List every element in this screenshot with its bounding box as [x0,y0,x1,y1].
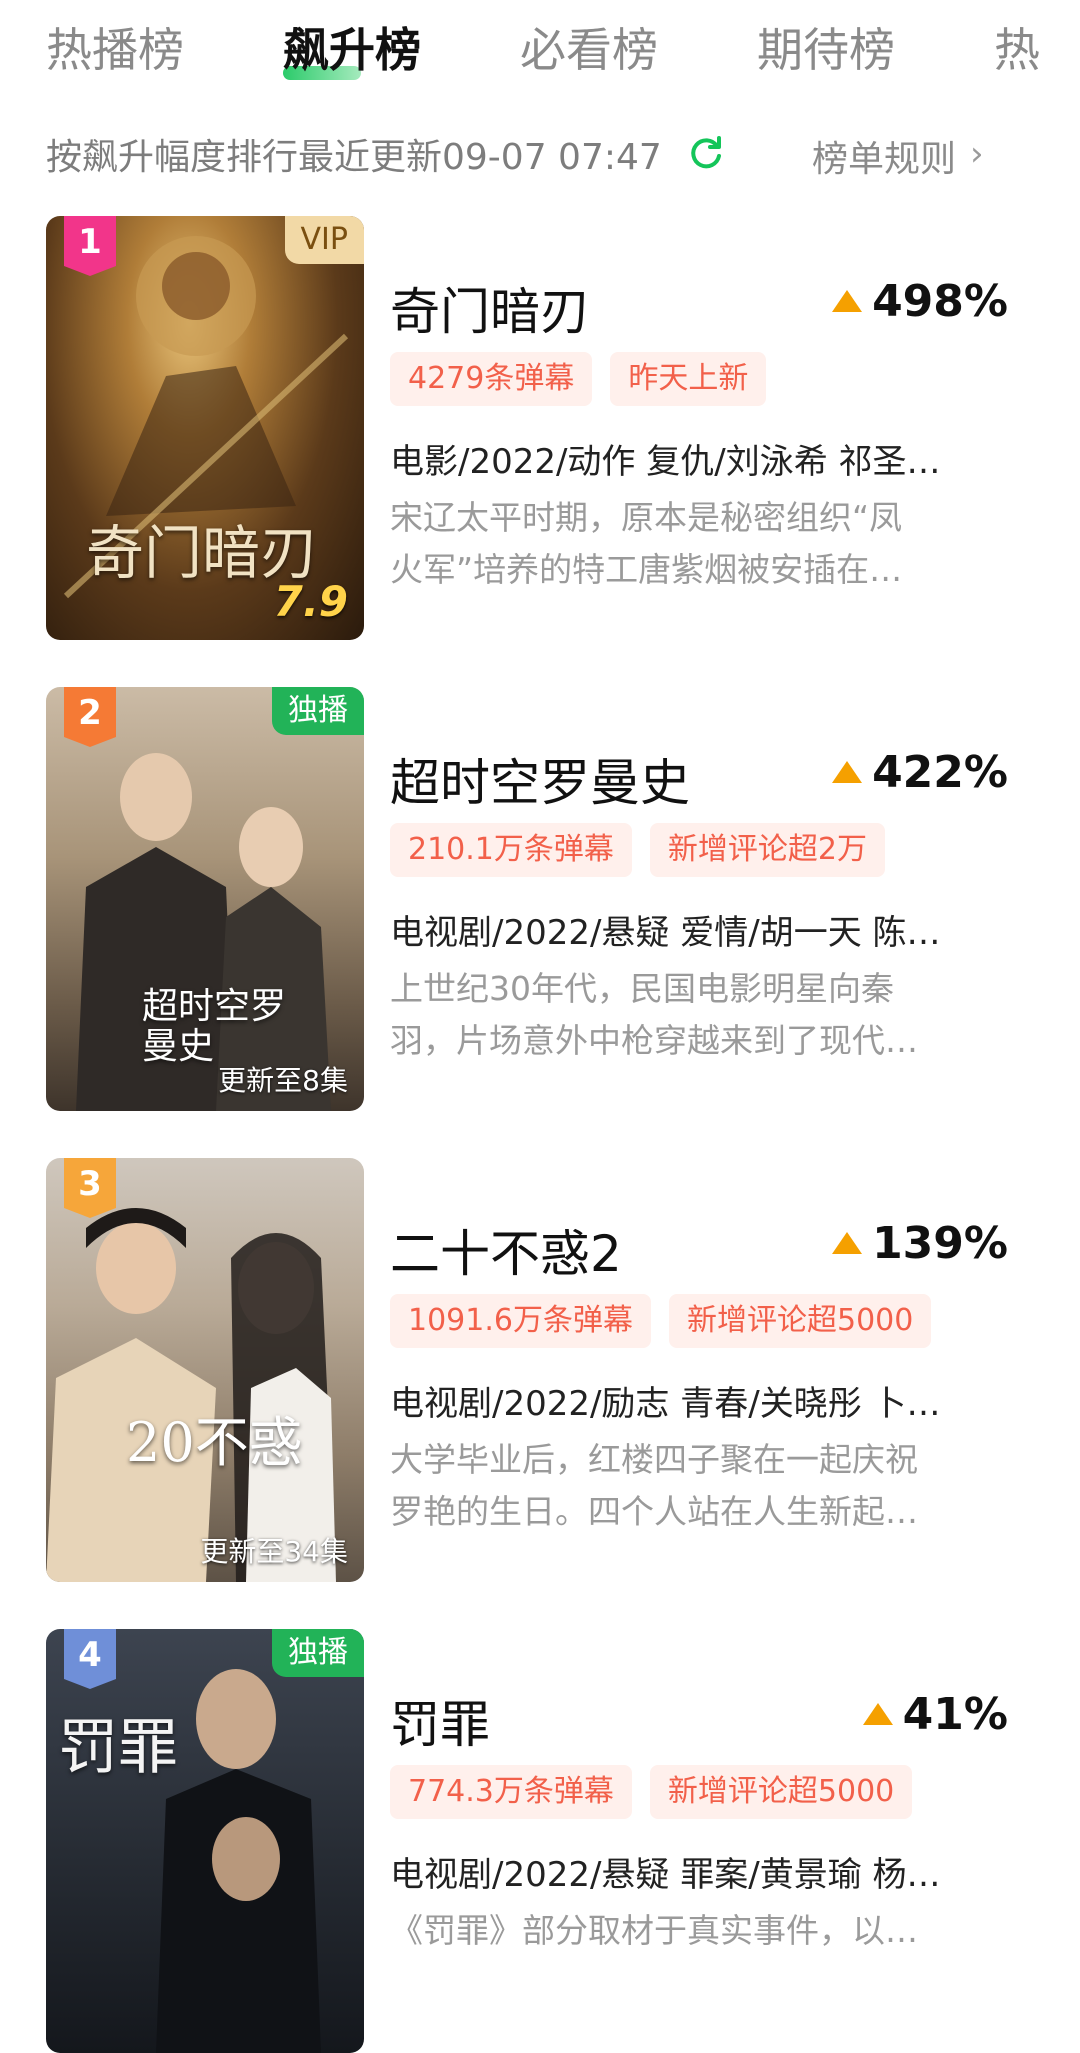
list-item[interactable]: 2 独播 超时空罗曼史 更新至8集 超时空罗曼史 422% 210.1万条弹幕 … [0,687,1080,1117]
danmaku-tag: 210.1万条弹幕 [390,823,632,877]
item-meta: 电影/2022/动作 复仇/刘泳希 祁圣… [390,442,941,482]
item-description: 《罚罪》部分取材于真实事件，以… [390,1905,1000,1957]
episode-update-label: 更新至8集 [218,1064,348,1097]
tab-rising[interactable]: 飙升榜 [283,14,421,80]
list-item[interactable]: 3 20不惑 更新至34集 二十不惑2 139% 1091.6万条弹幕 新增评论… [0,1158,1080,1588]
refresh-icon[interactable] [686,132,726,172]
rise-percent: 422% [832,746,1008,798]
rank-number: 4 [78,1635,102,1675]
tag-row: 210.1万条弹幕 新增评论超2万 [390,823,903,879]
tab-must-watch[interactable]: 必看榜 [520,14,658,80]
tab-hot-more[interactable]: 热 [994,14,1040,80]
item-description: 大学毕业后，红楼四子聚在一起庆祝 罗艳的生日。四个人站在人生新起… [390,1434,1000,1538]
rise-value: 498% [872,275,1008,327]
item-description: 上世纪30年代，民国电影明星向秦 羽，片场意外中枪穿越来到了现代… [390,963,1000,1067]
poster-score: 7.9 [273,577,348,626]
rank-number: 2 [78,693,102,733]
list-item[interactable]: 1 VIP 奇门暗刃 7.9 奇门暗刃 498% 4279条弹幕 昨天上新 电影… [0,216,1080,646]
sort-update-text: 按飙升幅度排行最近更新09-07 07:47 [46,137,662,178]
item-description: 宋辽太平时期，原本是秘密组织“凤 火军”培养的特工唐紫烟被安插在… [390,492,1000,596]
rise-percent: 498% [832,275,1008,327]
item-title[interactable]: 超时空罗曼史 [390,743,690,815]
description-line: 火军”培养的特工唐紫烟被安插在… [390,550,903,589]
ranking-tabs: 热播榜 飙升榜 必看榜 期待榜 热 [0,0,1080,100]
chevron-right-icon: › [970,134,984,174]
up-arrow-icon [862,1703,893,1725]
tab-anticipated[interactable]: 期待榜 [757,14,895,80]
item-title[interactable]: 罚罪 [390,1685,490,1757]
item-meta: 电视剧/2022/悬疑 罪案/黄景瑜 杨… [390,1855,941,1895]
rise-percent: 41% [862,1688,1008,1740]
danmaku-tag: 4279条弹幕 [390,352,593,406]
item-meta: 电视剧/2022/悬疑 爱情/胡一天 陈… [390,913,941,953]
status-tag: 新增评论超2万 [649,823,885,877]
rank-badge: 4 [64,1629,116,1689]
rise-value: 139% [872,1217,1008,1269]
list-item[interactable]: 4 独播 罚罪 罚罪 41% 774.3万条弹幕 新增评论超5000 电视剧/2… [0,1629,1080,2053]
rise-value: 41% [902,1688,1008,1740]
description-line: 上世纪30年代，民国电影明星向秦 [390,969,894,1008]
rise-value: 422% [872,746,1008,798]
rank-badge: 3 [64,1158,116,1218]
item-title[interactable]: 二十不惑2 [390,1214,622,1286]
poster-image[interactable]: 4 独播 罚罪 [46,1629,364,2053]
item-meta: 电视剧/2022/励志 青春/关晓彤 卜… [390,1384,941,1424]
poster-art [156,1669,321,2053]
item-title[interactable]: 奇门暗刃 [390,272,590,344]
exclusive-badge: 独播 [272,1629,364,1677]
rank-badge: 2 [64,687,116,747]
rank-number: 3 [78,1164,102,1204]
tag-row: 4279条弹幕 昨天上新 [390,352,784,408]
danmaku-tag: 774.3万条弹幕 [390,1765,632,1819]
ranking-info-bar: 按飙升幅度排行最近更新09-07 07:47 榜单规则 › [46,128,1046,188]
status-tag: 昨天上新 [610,352,767,406]
danmaku-tag: 1091.6万条弹幕 [390,1294,651,1348]
ranking-rules-link[interactable]: 榜单规则 [812,130,956,182]
episode-update-label: 更新至34集 [200,1535,348,1568]
tag-row: 1091.6万条弹幕 新增评论超5000 [390,1294,949,1350]
description-line: 罗艳的生日。四个人站在人生新起… [390,1492,918,1531]
poster-image[interactable]: 1 VIP 奇门暗刃 7.9 [46,216,364,640]
description-line: 《罚罪》部分取材于真实事件，以… [390,1911,918,1950]
up-arrow-icon [832,1232,863,1254]
rank-badge: 1 [64,216,116,276]
poster-image[interactable]: 3 20不惑 更新至34集 [46,1158,364,1582]
tag-row: 774.3万条弹幕 新增评论超5000 [390,1765,930,1821]
poster-title-art: 20不惑 [126,1411,303,1474]
rank-number: 1 [78,222,102,262]
poster-art [46,1208,336,1582]
poster-image[interactable]: 2 独播 超时空罗曼史 更新至8集 [46,687,364,1111]
description-line: 羽，片场意外中枪穿越来到了现代… [390,1021,918,1060]
status-tag: 新增评论超5000 [668,1294,932,1348]
description-line: 宋辽太平时期，原本是秘密组织“凤 [390,498,903,537]
up-arrow-icon [832,761,863,783]
rise-percent: 139% [832,1217,1008,1269]
poster-title-art: 罚罪 [58,1713,178,1783]
status-tag: 新增评论超5000 [649,1765,913,1819]
description-line: 大学毕业后，红楼四子聚在一起庆祝 [390,1440,918,1479]
vip-badge: VIP [284,216,364,264]
exclusive-badge: 独播 [272,687,364,735]
up-arrow-icon [832,290,863,312]
tab-hot[interactable]: 热播榜 [46,14,184,80]
poster-title-art: 超时空罗曼史 [142,986,287,1067]
